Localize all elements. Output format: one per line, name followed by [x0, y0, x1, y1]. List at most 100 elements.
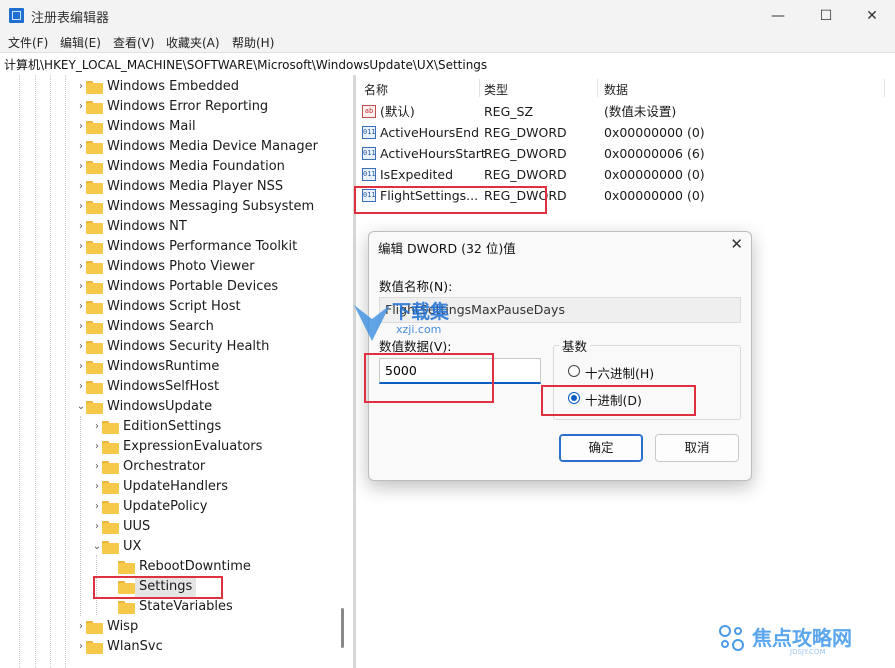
- tree-item-label: EditionSettings: [123, 419, 222, 434]
- chevron-right-icon[interactable]: ›: [76, 277, 86, 297]
- chevron-right-icon[interactable]: ›: [76, 617, 86, 637]
- chevron-right-icon[interactable]: ›: [76, 377, 86, 397]
- tree-item[interactable]: › UUS: [92, 517, 340, 537]
- registry-app-icon: [9, 8, 24, 23]
- column-header-data[interactable]: 数据: [604, 81, 628, 98]
- chevron-right-icon[interactable]: ›: [76, 637, 86, 657]
- tree-item-label: UUS: [123, 519, 151, 534]
- chevron-right-icon[interactable]: ›: [92, 517, 102, 537]
- chevron-right-icon[interactable]: ›: [76, 297, 86, 317]
- folder-icon: [86, 621, 103, 634]
- radio-hexadecimal[interactable]: [568, 365, 580, 377]
- menu-favorites[interactable]: 收藏夹(A): [166, 34, 220, 51]
- tree-guide-line: [35, 75, 36, 668]
- menu-file[interactable]: 文件(F): [8, 34, 48, 51]
- chevron-right-icon[interactable]: ›: [76, 237, 86, 257]
- column-header-type[interactable]: 类型: [484, 81, 508, 98]
- dialog-close-icon[interactable]: ✕: [730, 235, 743, 253]
- tree-item[interactable]: › Orchestrator: [92, 457, 340, 477]
- chevron-right-icon[interactable]: ›: [76, 217, 86, 237]
- menu-edit[interactable]: 编辑(E): [60, 34, 101, 51]
- tree-item[interactable]: › Windows Performance Toolkit: [76, 237, 340, 257]
- chevron-right-icon[interactable]: ›: [76, 257, 86, 277]
- tree-item[interactable]: › UpdatePolicy: [92, 497, 340, 517]
- tree-item[interactable]: › Windows Embedded: [76, 77, 340, 97]
- tree-item[interactable]: › Windows NT: [76, 217, 340, 237]
- close-button[interactable]: ✕: [849, 0, 895, 32]
- chevron-right-icon[interactable]: ›: [76, 117, 86, 137]
- chevron-right-icon[interactable]: ›: [76, 357, 86, 377]
- value-data: (数值未设置): [604, 104, 677, 119]
- chevron-right-icon[interactable]: ›: [92, 497, 102, 517]
- tree-item[interactable]: › EditionSettings: [92, 417, 340, 437]
- chevron-right-icon[interactable]: ›: [76, 317, 86, 337]
- folder-icon: [86, 401, 103, 414]
- tree-item-label: UpdateHandlers: [123, 479, 229, 494]
- value-name: ActiveHoursEnd: [380, 125, 480, 140]
- tree-item[interactable]: › Windows Search: [76, 317, 340, 337]
- tree-item[interactable]: StateVariables: [108, 597, 340, 617]
- tree-item-label: Windows Messaging Subsystem: [107, 199, 315, 214]
- tree-item[interactable]: › WindowsRuntime: [76, 357, 340, 377]
- tree-item[interactable]: RebootDowntime: [108, 557, 340, 577]
- tree-item[interactable]: › UpdateHandlers: [92, 477, 340, 497]
- tree-item[interactable]: ⌄ WindowsUpdate: [76, 397, 340, 417]
- chevron-right-icon[interactable]: ›: [76, 337, 86, 357]
- tree-item-label: Windows Error Reporting: [107, 99, 269, 114]
- folder-icon: [86, 201, 103, 214]
- chevron-right-icon[interactable]: ›: [76, 197, 86, 217]
- maximize-button[interactable]: ☐: [803, 0, 849, 32]
- column-separator[interactable]: [597, 79, 598, 97]
- value-row[interactable]: ab (默认) REG_SZ (数值未设置): [356, 101, 895, 122]
- chevron-right-icon[interactable]: ›: [76, 157, 86, 177]
- tree-item[interactable]: › Windows Script Host: [76, 297, 340, 317]
- chevron-right-icon[interactable]: ›: [92, 457, 102, 477]
- tree-item[interactable]: › Windows Mail: [76, 117, 340, 137]
- value-row[interactable]: 011 IsExpedited REG_DWORD 0x00000000 (0): [356, 164, 895, 185]
- chevron-down-icon[interactable]: ⌄: [76, 397, 86, 417]
- tree-item-label: UX: [123, 539, 142, 554]
- minimize-button[interactable]: —: [755, 0, 801, 32]
- tree-item[interactable]: › WindowsSelfHost: [76, 377, 340, 397]
- tree-item[interactable]: › Windows Media Foundation: [76, 157, 340, 177]
- menu-help[interactable]: 帮助(H): [232, 34, 274, 51]
- column-header-name[interactable]: 名称: [364, 81, 388, 98]
- chevron-down-icon[interactable]: ⌄: [92, 537, 102, 557]
- cancel-button[interactable]: 取消: [655, 434, 739, 462]
- tree-item[interactable]: › Windows Security Health: [76, 337, 340, 357]
- tree-item[interactable]: › Windows Photo Viewer: [76, 257, 340, 277]
- value-row[interactable]: 011 ActiveHoursEnd REG_DWORD 0x00000000 (0): [356, 122, 895, 143]
- chevron-right-icon[interactable]: ›: [92, 417, 102, 437]
- tree-item[interactable]: › ExpressionEvaluators: [92, 437, 340, 457]
- chevron-right-icon[interactable]: ›: [92, 437, 102, 457]
- brand-subtext: JDSJY.COM: [790, 648, 826, 656]
- chevron-right-icon[interactable]: ›: [76, 137, 86, 157]
- address-bar[interactable]: 计算机\HKEY_LOCAL_MACHINE\SOFTWARE\Microsof…: [0, 52, 895, 76]
- ok-button[interactable]: 确定: [559, 434, 643, 462]
- chevron-right-icon[interactable]: ›: [76, 177, 86, 197]
- chevron-right-icon[interactable]: ›: [76, 77, 86, 97]
- tree-item-label: WlanSvc: [107, 639, 163, 654]
- tree-item[interactable]: › Windows Messaging Subsystem: [76, 197, 340, 217]
- value-row[interactable]: 011 ActiveHoursStart REG_DWORD 0x00000006 (…: [356, 143, 895, 164]
- dword-value-icon: 011: [362, 168, 376, 181]
- tree-item[interactable]: › Windows Error Reporting: [76, 97, 340, 117]
- tree-item-label: Windows Performance Toolkit: [107, 239, 298, 254]
- tree-item-label: Orchestrator: [123, 459, 206, 474]
- column-separator[interactable]: [479, 79, 480, 97]
- value-data: 0x00000000 (0): [604, 167, 705, 182]
- highlight-value-data: [364, 353, 494, 403]
- tree-item[interactable]: › Windows Media Device Manager: [76, 137, 340, 157]
- tree-item[interactable]: › Windows Media Player NSS: [76, 177, 340, 197]
- tree-item[interactable]: › Wisp: [76, 617, 340, 637]
- menu-view[interactable]: 查看(V): [113, 34, 155, 51]
- tree-item-label: Windows NT: [107, 219, 187, 234]
- tree-item[interactable]: ⌄ UX: [92, 537, 340, 557]
- tree-scrollbar-thumb[interactable]: [341, 608, 344, 648]
- tree-item[interactable]: › WlanSvc: [76, 637, 340, 657]
- column-separator[interactable]: [884, 79, 885, 97]
- chevron-right-icon[interactable]: ›: [92, 477, 102, 497]
- chevron-right-icon[interactable]: ›: [76, 97, 86, 117]
- tree-item[interactable]: › Windows Portable Devices: [76, 277, 340, 297]
- radio-hexadecimal-label[interactable]: 十六进制(H): [585, 363, 654, 382]
